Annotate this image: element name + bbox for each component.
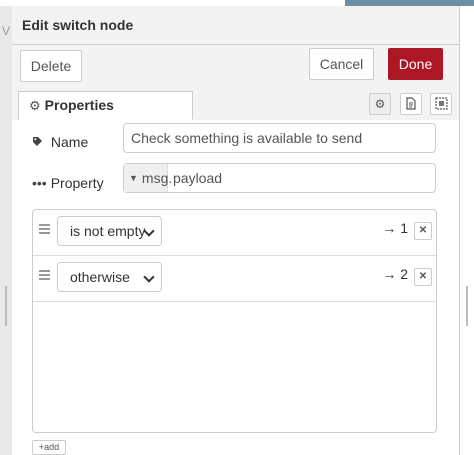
rule-row: otherwise → 2 ✕ xyxy=(33,256,436,302)
caret-down-icon: ▼ xyxy=(129,173,138,183)
workspace-glyph: V xyxy=(2,24,11,38)
edit-tray: Edit switch node Delete Cancel Done ⚙ Pro… xyxy=(12,6,460,455)
delete-button[interactable]: Delete xyxy=(20,50,82,82)
name-label: Name xyxy=(32,134,88,150)
done-button[interactable]: Done xyxy=(388,48,443,80)
gear-icon: ⚙ xyxy=(29,98,41,113)
tab-bar: ⚙ Properties ⚙ xyxy=(12,91,460,121)
tab-properties-label: Properties xyxy=(44,97,114,113)
appearance-icon xyxy=(434,97,448,110)
property-input[interactable]: ▼ msg. payload xyxy=(123,163,436,193)
property-label: ••• Property xyxy=(32,175,104,191)
output-label: → 1 xyxy=(382,220,408,236)
rule-row: is not empty → 1 ✕ xyxy=(33,210,436,256)
cancel-button[interactable]: Cancel xyxy=(309,48,374,80)
property-value[interactable]: payload xyxy=(173,164,222,192)
type-selector[interactable]: ▼ msg. xyxy=(124,164,172,192)
operator-select[interactable]: is not empty xyxy=(57,216,162,246)
right-edge xyxy=(459,6,474,455)
close-icon: ✕ xyxy=(418,225,428,236)
close-icon: ✕ xyxy=(418,271,428,282)
drag-handle-icon[interactable] xyxy=(39,224,50,234)
ellipsis-icon: ••• xyxy=(32,175,47,191)
tab-properties[interactable]: ⚙ Properties xyxy=(18,91,193,120)
tab-node-properties[interactable]: ⚙ xyxy=(369,93,391,115)
tab-appearance[interactable] xyxy=(430,93,452,115)
gear-icon: ⚙ xyxy=(374,97,386,111)
chevron-down-icon xyxy=(143,271,155,283)
rules-list: is not empty → 1 ✕ otherwise → 2 ✕ xyxy=(32,209,437,433)
resize-grip[interactable] xyxy=(5,286,7,326)
operator-select[interactable]: otherwise xyxy=(57,262,162,292)
output-label: → 2 xyxy=(382,266,408,282)
tab-description[interactable] xyxy=(400,93,422,115)
tray-title: Edit switch node xyxy=(12,6,460,45)
document-icon xyxy=(406,97,416,110)
add-rule-button[interactable]: +add xyxy=(32,440,66,455)
remove-rule-button[interactable]: ✕ xyxy=(414,222,432,240)
properties-form: Name Check something is available to sen… xyxy=(12,120,460,455)
resize-grip[interactable] xyxy=(466,286,468,326)
tray-toolbar: Delete Cancel Done xyxy=(12,45,460,91)
remove-rule-button[interactable]: ✕ xyxy=(414,268,432,286)
drag-handle-icon[interactable] xyxy=(39,270,50,280)
name-input[interactable]: Check something is available to send xyxy=(123,123,436,153)
tag-icon xyxy=(32,134,47,150)
